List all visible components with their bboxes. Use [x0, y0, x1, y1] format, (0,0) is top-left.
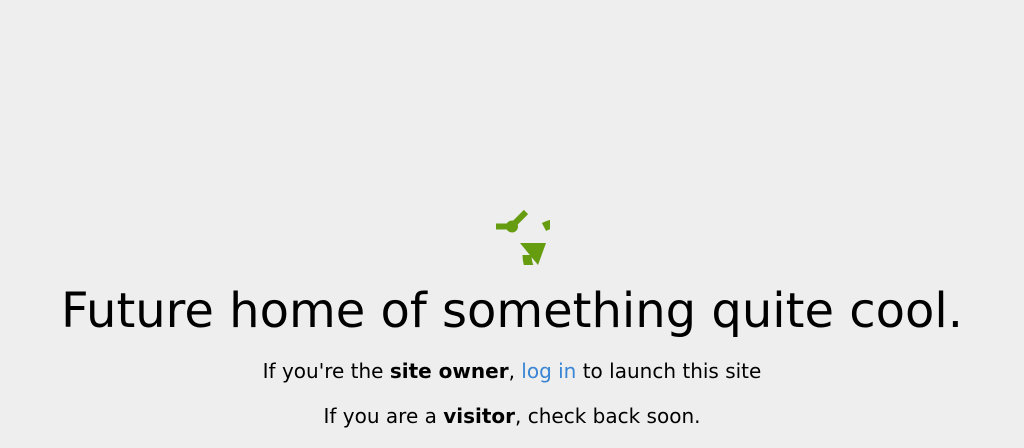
- owner-comma: ,: [508, 359, 522, 383]
- placeholder-page: Future home of something quite cool. If …: [0, 0, 1024, 448]
- visitor-suffix: , check back soon.: [515, 404, 701, 428]
- owner-suffix: to launch this site: [576, 359, 762, 383]
- visitor-message: If you are a visitor, check back soon.: [0, 403, 1024, 429]
- visitor-prefix: If you are a: [323, 404, 444, 428]
- log-in-link[interactable]: log in: [521, 359, 576, 383]
- owner-message: If you're the site owner, log in to laun…: [0, 358, 1024, 384]
- owner-prefix: If you're the: [262, 359, 390, 383]
- clock-refresh-icon: [496, 209, 550, 265]
- site-owner-label: site owner: [389, 359, 509, 383]
- page-headline: Future home of something quite cool.: [61, 283, 963, 339]
- visitor-label: visitor: [443, 404, 516, 428]
